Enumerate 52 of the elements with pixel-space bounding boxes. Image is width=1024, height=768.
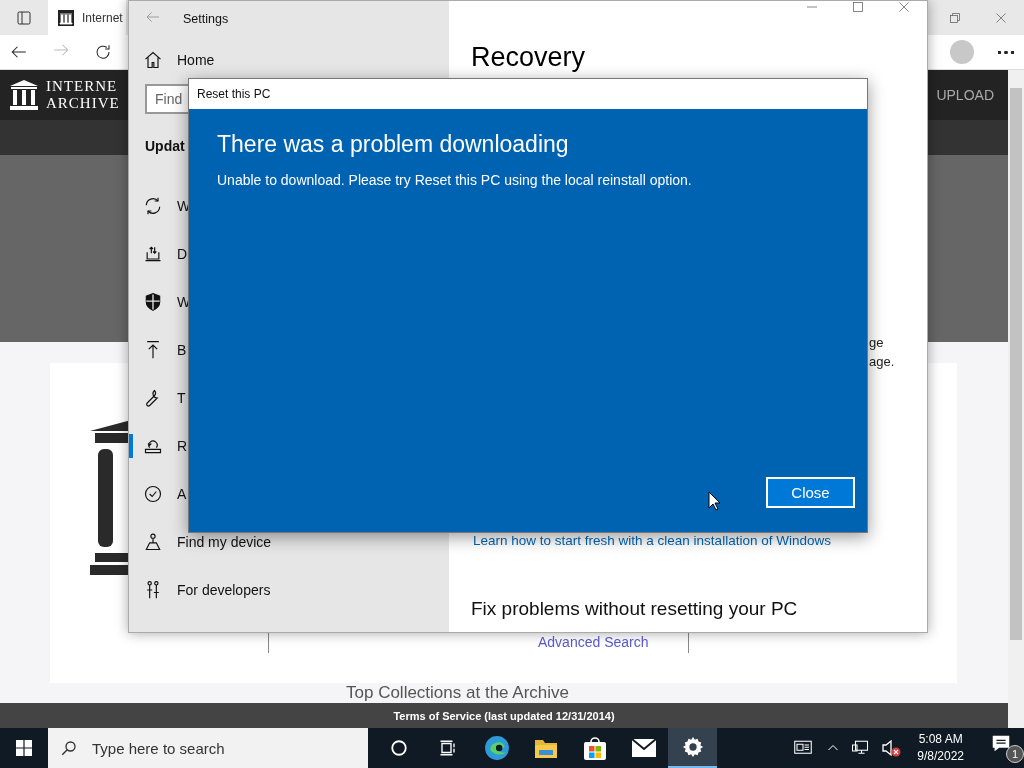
clean-install-link[interactable]: Learn how to start fresh with a clean installation of Windows	[473, 533, 831, 548]
cursor-icon	[708, 491, 721, 511]
dialog-message: Unable to download. Please try Reset this PC using the local reinstall option.	[217, 172, 693, 188]
notification-badge: 1	[1006, 745, 1024, 763]
more-icon	[998, 50, 1014, 54]
section-heading: Fix problems without resetting your PC	[471, 598, 799, 620]
home-icon	[143, 50, 163, 70]
volume-icon[interactable]	[881, 739, 902, 757]
back-arrow-icon	[145, 9, 161, 25]
restore-icon	[949, 11, 961, 24]
settings-icon	[681, 736, 704, 758]
laptop-icon	[143, 244, 163, 264]
body-text: ge	[869, 334, 884, 352]
maximize-icon	[852, 1, 864, 13]
close-icon	[898, 1, 910, 13]
task-view-icon	[438, 739, 457, 757]
refresh-icon	[94, 43, 112, 61]
circle-icon	[389, 739, 408, 757]
network-icon	[851, 739, 870, 757]
window-title: Settings	[183, 11, 229, 26]
advanced-search-link[interactable]: Advanced Search	[538, 634, 649, 650]
section-heading: Updat	[145, 138, 185, 154]
scrollbar[interactable]	[1008, 70, 1024, 728]
taskbar-search-field[interactable]: Type here to search	[48, 728, 368, 768]
pillars-icon	[58, 9, 74, 26]
page-title: Recovery	[471, 42, 586, 73]
folder-icon	[533, 737, 558, 759]
edge-icon	[483, 735, 510, 761]
upload-link[interactable]: UPLOAD	[936, 87, 994, 103]
terms-link[interactable]: Terms of Service (last updated 12/31/2014)	[393, 709, 615, 722]
envelope-icon	[630, 738, 657, 758]
pillars-icon	[10, 80, 38, 110]
nav-item[interactable]: For developers	[129, 566, 449, 614]
nav-item[interactable]: B	[129, 326, 449, 374]
tab-actions-icon	[16, 9, 32, 26]
dialog-heading: There was a problem downloading	[217, 131, 570, 158]
dialog-title: Reset this PC	[197, 87, 271, 101]
taskbar-button[interactable]	[668, 728, 717, 768]
close-button[interactable]: Close	[766, 477, 855, 508]
shield-icon	[143, 292, 163, 312]
body-text: age.	[869, 353, 895, 371]
windows-logo-icon[interactable]	[16, 740, 32, 756]
shopping-bag-icon	[582, 735, 607, 761]
browser-tab[interactable]: Internet	[48, 0, 126, 35]
search-icon	[60, 739, 78, 757]
check-circle-icon	[143, 484, 163, 504]
section-heading: Top Collections at the Archive	[346, 683, 570, 703]
close-icon	[995, 11, 1007, 24]
clock[interactable]: 5:08 AM 9/8/2022	[917, 731, 964, 765]
person-pin-icon	[143, 532, 163, 552]
site-logo-text[interactable]: INTERNE ARCHIVE	[46, 78, 120, 112]
sync-icon	[143, 196, 163, 216]
